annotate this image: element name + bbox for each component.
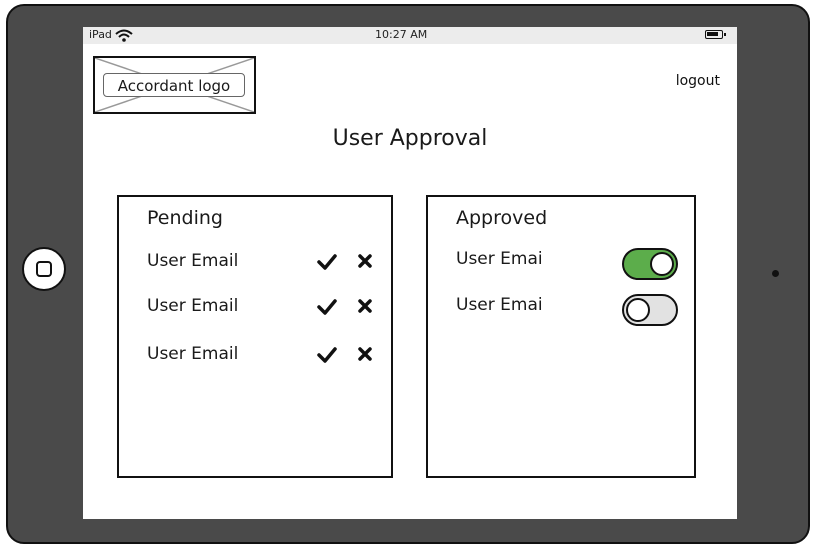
- carrier-label: iPad: [89, 28, 112, 41]
- logo-placeholder: Accordant logo: [93, 56, 256, 114]
- x-icon[interactable]: [357, 253, 373, 269]
- toggle-knob: [650, 252, 674, 276]
- checkmark-icon[interactable]: [317, 299, 337, 315]
- battery-icon: [705, 30, 726, 39]
- approval-toggle[interactable]: [622, 294, 678, 326]
- pending-heading: Pending: [147, 207, 223, 229]
- user-email: User Email: [147, 296, 239, 316]
- x-icon[interactable]: [357, 298, 373, 314]
- approved-heading: Approved: [456, 207, 548, 229]
- pending-row: User Email: [147, 293, 379, 319]
- checkmark-icon[interactable]: [317, 254, 337, 270]
- user-email: User Email: [147, 251, 239, 271]
- pending-row: User Email: [147, 248, 379, 274]
- approval-toggle[interactable]: [622, 248, 678, 280]
- checkmark-icon[interactable]: [317, 347, 337, 363]
- pending-panel: Pending User Email User Email User Email: [117, 195, 393, 478]
- home-button-icon[interactable]: [22, 247, 66, 291]
- wifi-icon: [115, 29, 133, 42]
- logout-link[interactable]: logout: [676, 73, 720, 89]
- logo-text: Accordant logo: [103, 73, 245, 97]
- page-title: User Approval: [332, 126, 488, 151]
- approved-panel: Approved User Emai User Emai: [426, 195, 696, 478]
- approved-row: User Emai: [456, 292, 688, 326]
- screen: iPad 10:27 AM Accordant logo logout User…: [83, 27, 737, 519]
- pending-row: User Email: [147, 341, 379, 367]
- camera-icon: [772, 270, 779, 277]
- status-bar: iPad 10:27 AM: [83, 27, 737, 44]
- status-time: 10:27 AM: [375, 28, 428, 41]
- toggle-knob: [626, 298, 650, 322]
- approved-row: User Emai: [456, 246, 688, 280]
- user-email: User Emai: [456, 295, 543, 315]
- user-email: User Emai: [456, 249, 543, 269]
- x-icon[interactable]: [357, 346, 373, 362]
- user-email: User Email: [147, 344, 239, 364]
